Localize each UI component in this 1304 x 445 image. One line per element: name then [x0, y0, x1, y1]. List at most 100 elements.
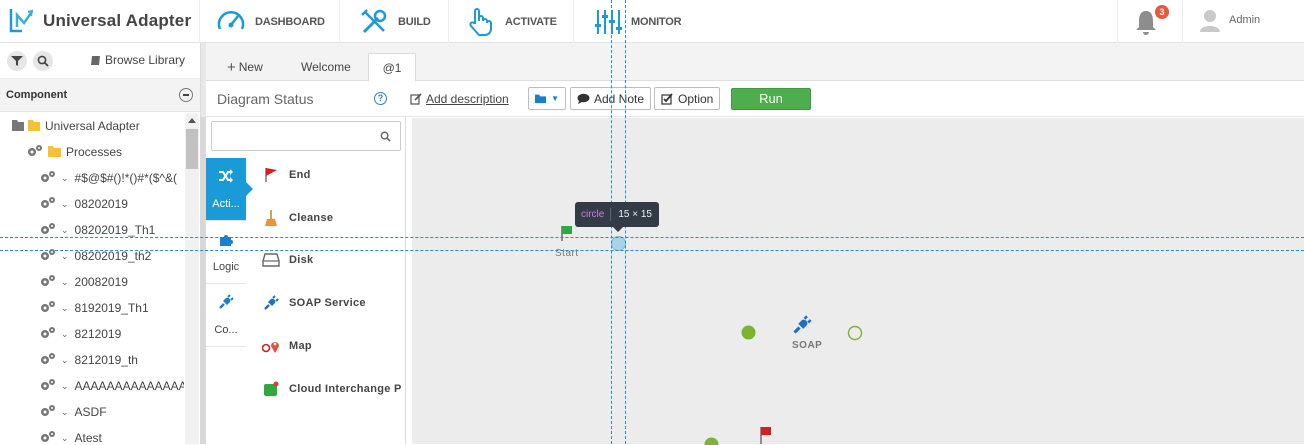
tree-item[interactable]: ⌄20082019	[0, 269, 184, 295]
folder-icon	[48, 145, 61, 160]
tree-item-label: AAAAAAAAAAAAAAAAAA	[75, 379, 184, 393]
connector-dot-outline[interactable]	[847, 325, 863, 341]
filter-button[interactable]	[7, 51, 27, 71]
component-tree: Universal AdapterProcesses⌄#$@$#()!*()#*…	[0, 113, 184, 444]
nav-separator	[1182, 0, 1183, 43]
hand-pointer-icon	[466, 7, 496, 37]
flag-icon	[262, 166, 280, 184]
palette-item-cleanse[interactable]: Cleanse	[262, 208, 333, 228]
avatar[interactable]	[1199, 8, 1221, 32]
tree-item[interactable]: ⌄#$@$#()!*()#*($^&(	[0, 165, 184, 191]
tab-welcome[interactable]: Welcome	[301, 53, 351, 81]
palette-item-cloud-interchange[interactable]: Cloud Interchange P	[262, 379, 402, 399]
diagram-status-title: Diagram Status	[217, 91, 313, 107]
tab-logic-label: Logic	[206, 261, 246, 273]
tree-item[interactable]: Universal Adapter	[0, 113, 184, 139]
palette-item-label: Map	[289, 340, 312, 352]
chevron-down-icon[interactable]: ⌄	[61, 433, 69, 444]
tree-item[interactable]: ⌄08202019	[0, 191, 184, 217]
tree-item[interactable]: ⌄ Atest	[0, 425, 184, 444]
chevron-down-icon[interactable]: ⌄	[61, 407, 69, 418]
chevron-down-icon[interactable]: ⌄	[61, 277, 69, 288]
palette-item-soap-service[interactable]: SOAP Service	[262, 293, 366, 313]
chevron-down-icon[interactable]: ⌄	[61, 225, 69, 236]
tab-connectors[interactable]: Co...	[206, 284, 246, 346]
chevron-down-icon[interactable]: ⌄	[61, 381, 69, 392]
folder-dropdown-button[interactable]: ▼	[528, 87, 566, 110]
search-button[interactable]	[33, 51, 53, 71]
plug-icon	[262, 294, 280, 312]
tree-item-label: 8192019_Th1	[75, 301, 149, 315]
scroll-thumb[interactable]	[186, 129, 198, 169]
alignment-guide-horizontal	[0, 237, 1304, 238]
selected-circle-node[interactable]	[611, 236, 626, 251]
tab-diagram[interactable]: @1	[368, 53, 416, 81]
palette-item-label: Disk	[289, 254, 313, 266]
nav-build-label: BUILD	[398, 16, 431, 28]
component-panel: Browse Library Component Universal Adapt…	[0, 43, 201, 444]
palette-search-input[interactable]	[211, 121, 401, 151]
brand[interactable]: Universal Adapter	[8, 6, 191, 36]
puzzle-icon	[218, 231, 234, 247]
cloud-interchange-icon	[262, 380, 280, 398]
tree-item-label: 08202019_th2	[75, 249, 152, 263]
gears-icon	[40, 378, 56, 394]
book-icon	[90, 55, 101, 66]
chevron-down-icon[interactable]: ⌄	[61, 355, 69, 366]
tree-item[interactable]: ⌄ASDF	[0, 399, 184, 425]
edit-icon	[410, 93, 422, 105]
chevron-down-icon[interactable]: ⌄	[61, 173, 69, 184]
add-description-link[interactable]: Add description	[410, 92, 509, 106]
app-title: Universal Adapter	[43, 11, 191, 31]
search-icon	[380, 131, 391, 142]
soap-node-plug-icon[interactable]	[792, 315, 812, 335]
tree-item[interactable]: ⌄ 08202019_th2	[0, 243, 184, 269]
editor-tabs: + New Welcome @1	[206, 43, 1304, 81]
collapse-button[interactable]	[179, 88, 193, 102]
palette-item-map[interactable]: Map	[262, 336, 312, 356]
chevron-down-icon[interactable]: ⌄	[61, 251, 69, 262]
add-description-label: Add description	[426, 92, 509, 106]
connector-dot[interactable]	[741, 325, 756, 340]
nav-separator	[1117, 0, 1118, 43]
end-flag-icon[interactable]	[758, 425, 774, 444]
tree-item-label: Atest	[75, 431, 102, 444]
nav-dashboard[interactable]: DASHBOARD	[216, 0, 325, 43]
browse-library-button[interactable]: Browse Library	[90, 53, 185, 67]
plug-icon	[218, 294, 234, 310]
tab-activities[interactable]: Acti...	[206, 158, 246, 220]
tree-item[interactable]: Processes	[0, 139, 184, 165]
tab-new[interactable]: + New	[227, 53, 263, 81]
tree-item[interactable]: ⌄ AAAAAAAAAAAAAAAAAA	[0, 373, 184, 399]
nav-build[interactable]: BUILD	[359, 0, 431, 43]
chevron-down-icon[interactable]: ⌄	[61, 303, 69, 314]
nav-activate[interactable]: ACTIVATE	[466, 0, 557, 43]
nav-separator	[339, 0, 340, 43]
tree-item[interactable]: ⌄ 8192019_Th1	[0, 295, 184, 321]
tab-new-label: New	[239, 60, 263, 74]
nav-monitor[interactable]: MONITOR	[592, 0, 681, 43]
tab-logic[interactable]: Logic	[206, 221, 246, 283]
tab-connectors-label: Co...	[206, 324, 246, 336]
tree-item[interactable]: ⌄ 08202019_Th1	[0, 217, 184, 243]
gears-icon	[40, 222, 56, 238]
user-name[interactable]: Admin	[1229, 14, 1260, 26]
start-flag-icon[interactable]	[559, 224, 575, 242]
tree-item[interactable]: ⌄8212019_th	[0, 347, 184, 373]
folder-icon	[535, 93, 546, 104]
diagram-canvas[interactable]: Start SOAP	[412, 118, 1304, 444]
palette-scrollbar[interactable]	[200, 117, 206, 444]
tree-item-label: 08202019_Th1	[75, 223, 156, 237]
tab-activities-label: Acti...	[206, 198, 246, 210]
palette-item-disk[interactable]: Disk	[262, 250, 313, 270]
help-icon[interactable]: ?	[374, 92, 387, 105]
palette-item-end[interactable]: End	[262, 165, 311, 185]
run-button[interactable]: Run	[731, 88, 811, 110]
option-button[interactable]: Option	[654, 87, 720, 110]
tree-item[interactable]: ⌄8212019	[0, 321, 184, 347]
scroll-up-arrow-icon[interactable]	[188, 118, 196, 123]
chevron-down-icon[interactable]: ⌄	[61, 199, 69, 210]
chevron-down-icon[interactable]: ⌄	[61, 329, 69, 340]
gears-icon	[27, 144, 43, 160]
tree-scrollbar[interactable]	[185, 113, 199, 444]
